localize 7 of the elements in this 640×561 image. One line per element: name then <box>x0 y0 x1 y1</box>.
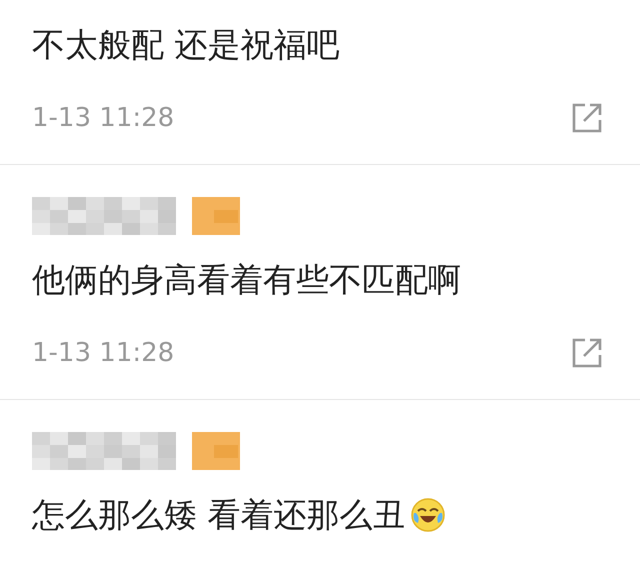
share-icon[interactable] <box>570 101 604 135</box>
comment-text: 他俩的身高看着有些不匹配啊 <box>32 259 461 301</box>
comment-time: 1-13 11:28 <box>32 102 174 135</box>
share-icon[interactable] <box>570 336 604 370</box>
comment-time: 1-13 11:28 <box>32 337 174 370</box>
comment-text: 怎么那么矮 看着还那么丑 <box>32 494 406 536</box>
comment-text: 不太般配 还是祝福吧 <box>32 24 340 66</box>
